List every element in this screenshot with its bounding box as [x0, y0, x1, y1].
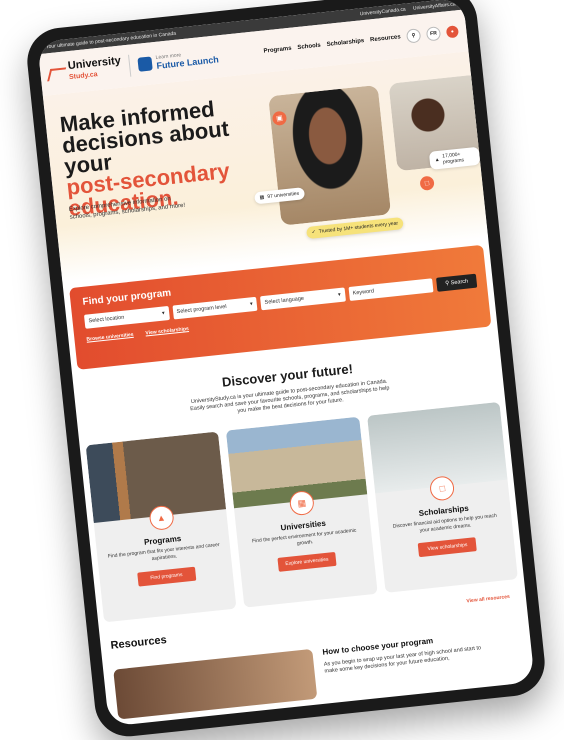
school-icon: □: [419, 175, 435, 191]
search-button[interactable]: ⚲ Search: [436, 273, 478, 292]
tablet-frame: Your ultimate guide to post-secondary ed…: [24, 0, 548, 740]
rbc-logo-icon: [137, 56, 153, 72]
view-scholarships-button[interactable]: View scholarships: [417, 537, 478, 558]
student-photo: [268, 84, 392, 226]
building-icon: ▦: [259, 194, 265, 201]
chevron-down-icon: ▾: [337, 291, 342, 299]
explore-universities-button[interactable]: Explore universities: [277, 551, 337, 572]
card-universities: ▦ Universities Find the perfect environm…: [226, 416, 378, 608]
article-image[interactable]: [113, 648, 318, 720]
grad-cap-icon: ▲: [434, 156, 440, 164]
nav-resources[interactable]: Resources: [370, 34, 401, 43]
user-icon[interactable]: ●: [445, 25, 459, 39]
finder-title: Find your program: [82, 287, 172, 308]
article-text: How to choose your program As you begin …: [322, 630, 496, 697]
chevron-down-icon: ▾: [249, 301, 254, 308]
browse-universities-link[interactable]: Browse universities: [86, 332, 134, 343]
lang-toggle[interactable]: FR: [425, 26, 442, 42]
logo-icon[interactable]: [48, 65, 66, 83]
main-nav: Programs Schools Scholarships Resources …: [263, 24, 459, 58]
card-programs: ▲ Programs Find the program that fits yo…: [85, 431, 237, 623]
future-launch-logo[interactable]: Learn more Future Launch: [155, 48, 219, 71]
header-divider: [128, 54, 132, 77]
check-icon: ✓: [311, 229, 317, 236]
finder-links: Browse universities View scholarships: [86, 326, 189, 343]
keyword-input[interactable]: Keyword: [348, 278, 434, 302]
programs-chip: ▲ 17,000+ programs: [428, 146, 481, 170]
find-programs-button[interactable]: Find programs: [136, 566, 197, 587]
search-icon[interactable]: ⚲: [405, 28, 422, 44]
program-level-select[interactable]: Select program level ▾: [171, 296, 258, 320]
location-select[interactable]: Select location ▾: [83, 306, 170, 329]
language-select[interactable]: Select language ▾: [259, 287, 346, 311]
nav-programs[interactable]: Programs: [263, 46, 291, 55]
site-logo[interactable]: University Study.ca: [67, 55, 122, 83]
screen: Your ultimate guide to post-secondary ed…: [37, 0, 535, 727]
chevron-down-icon: ▾: [161, 310, 166, 317]
view-scholarships-link[interactable]: View scholarships: [145, 326, 189, 337]
nav-scholarships[interactable]: Scholarships: [326, 38, 364, 48]
card-scholarships: □ Scholarships Discover financial aid op…: [366, 401, 518, 593]
nav-schools[interactable]: Schools: [297, 43, 321, 51]
